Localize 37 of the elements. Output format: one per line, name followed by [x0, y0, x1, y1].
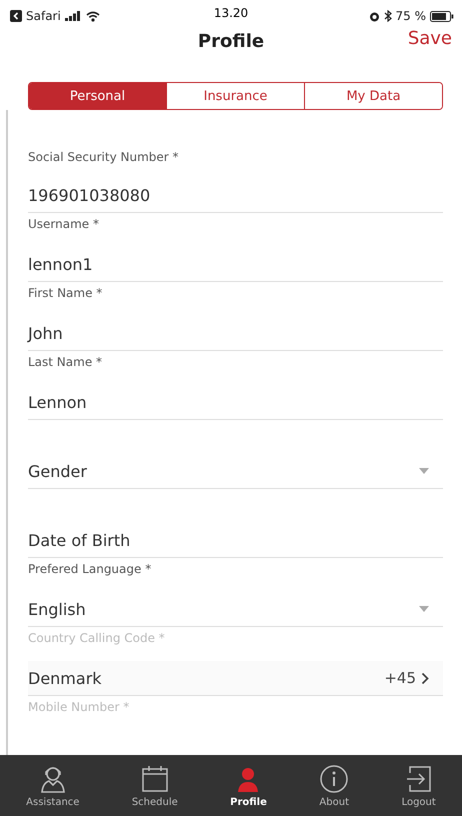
- wifi-icon: [86, 10, 100, 22]
- bluetooth-icon: [384, 10, 392, 22]
- input-field[interactable]: Lennon: [28, 385, 443, 420]
- field-label: Country Calling Code *: [28, 631, 165, 645]
- field-label: Social Security Number *: [28, 150, 179, 164]
- field-label: Prefered Language *: [28, 562, 152, 576]
- tab-bar-item[interactable]: About: [315, 755, 354, 816]
- signal-icon: [64, 11, 82, 21]
- tab-bar-item[interactable]: Logout: [398, 755, 440, 816]
- input-field[interactable]: 196901038080: [28, 178, 443, 213]
- field-label: First Name *: [28, 286, 102, 300]
- input-field[interactable]: John: [28, 316, 443, 351]
- field-label: Username *: [28, 217, 99, 231]
- alarm-icon: [368, 10, 380, 22]
- segment-tab[interactable]: Personal: [29, 83, 166, 109]
- tab-bar-item[interactable]: Profile: [226, 755, 271, 816]
- back-icon[interactable]: [10, 10, 22, 22]
- dropdown-field[interactable]: English: [28, 592, 443, 627]
- calendar-icon: [140, 764, 170, 794]
- tab-bar-item[interactable]: Assistance: [22, 755, 84, 816]
- tab-bar-item[interactable]: Schedule: [128, 755, 182, 816]
- chevron-icon: [421, 672, 429, 684]
- dropdown-caret-icon: [419, 468, 429, 474]
- battery-percent: 75 %: [396, 9, 426, 23]
- field-label: Last Name *: [28, 355, 102, 369]
- dropdown-caret-icon: [419, 606, 429, 612]
- input-field[interactable]: Date of Birth: [28, 523, 443, 558]
- battery-icon: [430, 10, 454, 22]
- dropdown-field[interactable]: Gender: [28, 454, 443, 489]
- back-app-label[interactable]: Safari: [26, 9, 61, 23]
- info-icon: [319, 764, 350, 794]
- field-label: Mobile Number *: [28, 700, 130, 714]
- input-field[interactable]: lennon1: [28, 247, 443, 282]
- status-time: 13.20: [214, 6, 248, 20]
- segment-tab[interactable]: My Data: [304, 83, 442, 109]
- save-button[interactable]: Save: [408, 28, 452, 49]
- page-title: Profile: [198, 30, 264, 52]
